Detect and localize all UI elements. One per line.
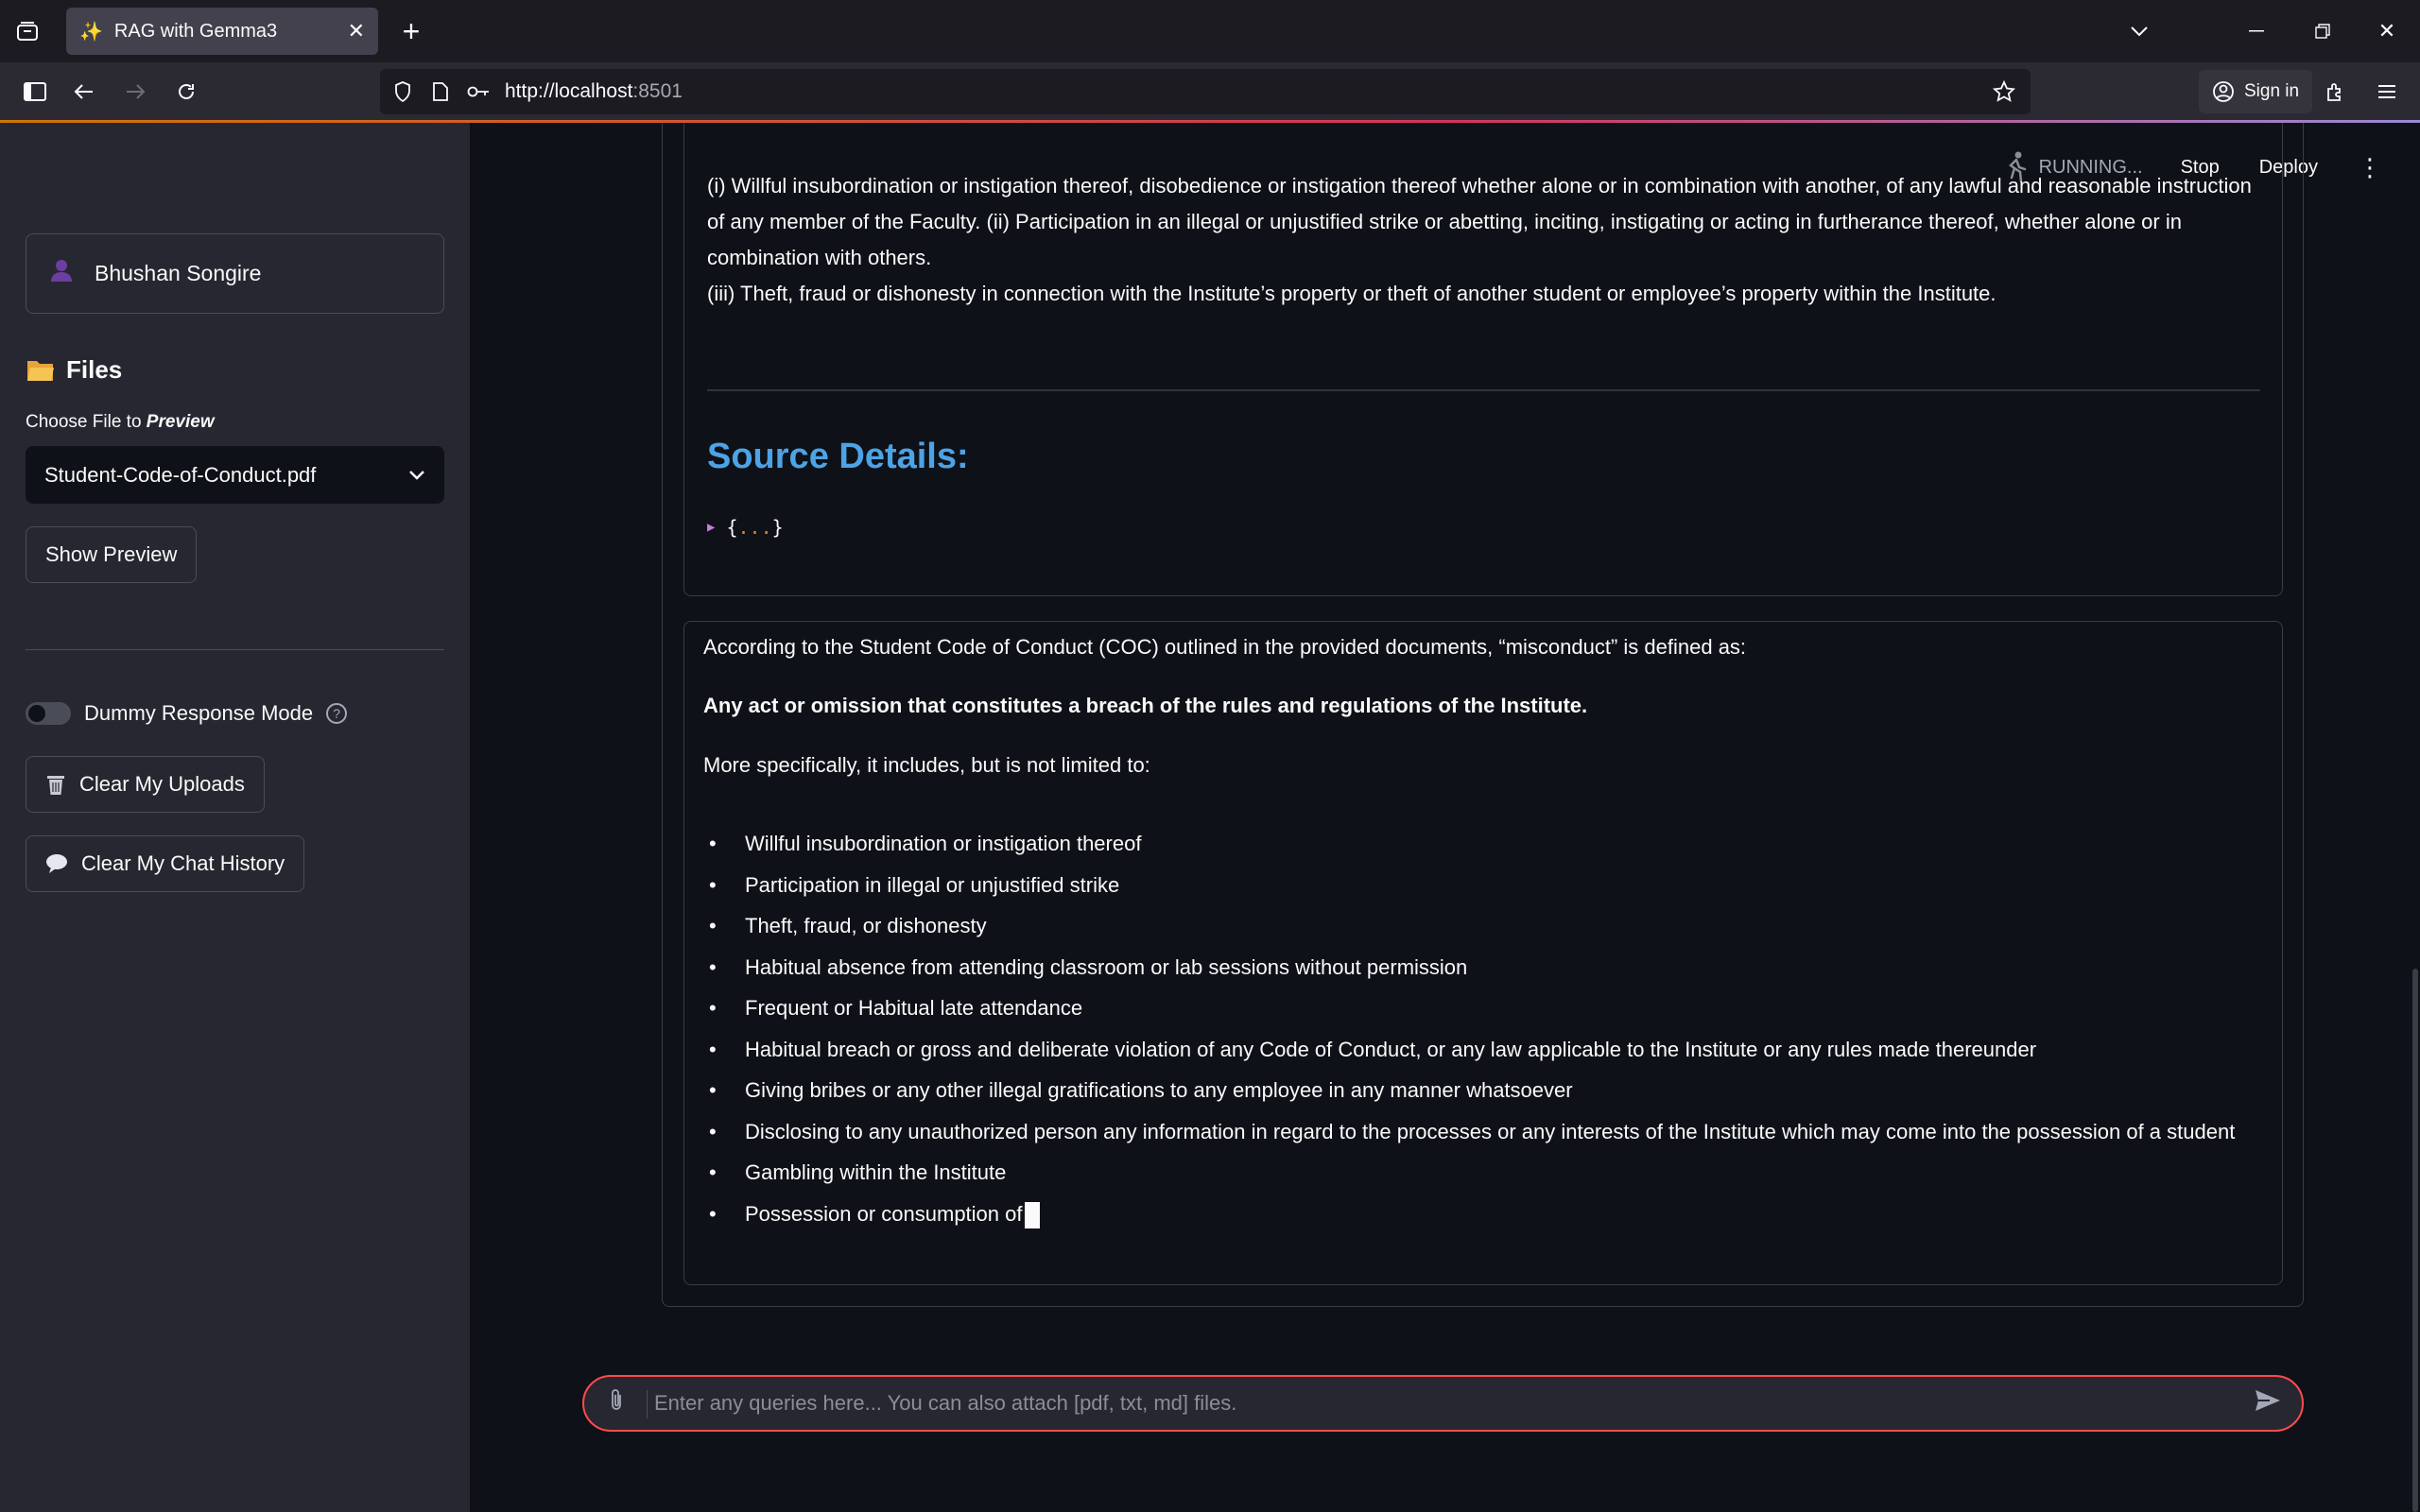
app-menu-icon[interactable] [2371, 76, 2403, 108]
account-icon [2213, 81, 2234, 102]
choose-file-label-emphasis: Preview [146, 412, 215, 432]
paperclip-icon[interactable] [609, 1388, 624, 1418]
json-brace: { [726, 516, 738, 539]
url-host: http://localhost [505, 80, 633, 102]
list-item: Frequent or Habitual late attendance [703, 990, 2254, 1026]
selected-file: Student-Code-of-Conduct.pdf [44, 462, 317, 487]
list-item: Gambling within the Institute [703, 1155, 2254, 1191]
streaming-text: Possession or consumption of [745, 1201, 1023, 1226]
source-json-viewer[interactable]: ▶ {...} [707, 516, 784, 539]
expand-caret-icon[interactable]: ▶ [707, 520, 715, 535]
reload-icon[interactable] [170, 76, 202, 108]
new-tab-icon[interactable]: + [395, 14, 427, 48]
user-card: Bhushan Songire [26, 233, 444, 314]
address-bar[interactable]: http://localhost:8501 [380, 69, 2031, 114]
sign-in-button[interactable]: Sign in [2199, 70, 2313, 113]
misconduct-list: Willful insubordination or instigation t… [703, 826, 2254, 1237]
page-info-icon[interactable] [427, 78, 454, 105]
url-text[interactable]: http://localhost:8501 [505, 80, 683, 103]
chevron-down-icon [409, 470, 424, 480]
list-item-streaming: Possession or consumption of [703, 1196, 2254, 1232]
show-preview-button[interactable]: Show Preview [26, 526, 198, 583]
list-all-tabs-icon[interactable] [2123, 15, 2155, 47]
list-item: Participation in illegal or unjustified … [703, 868, 2254, 903]
list-item: Giving bribes or any other illegal grati… [703, 1073, 2254, 1108]
tracking-shield-icon[interactable] [389, 78, 416, 105]
files-heading: Files [26, 355, 122, 385]
sign-in-label: Sign in [2244, 81, 2300, 101]
sidebar-divider [26, 649, 444, 650]
browser-tab-active[interactable]: ✨ RAG with Gemma3 ✕ [66, 8, 378, 55]
clear-chat-history-button[interactable]: Clear My Chat History [26, 835, 305, 892]
send-icon[interactable] [2255, 1389, 2281, 1418]
window-close-icon[interactable]: ✕ [2371, 15, 2403, 47]
window-restore-icon[interactable] [2307, 15, 2339, 47]
dummy-mode-toggle[interactable] [26, 702, 71, 725]
main-scrollbar[interactable] [2412, 969, 2418, 1512]
speech-bubble-icon [46, 854, 67, 873]
json-brace: } [771, 516, 784, 539]
clear-chat-history-label: Clear My Chat History [81, 851, 285, 875]
context-text: (i) Willful insubordination or instigati… [707, 168, 2267, 312]
choose-file-label: Choose File to Preview [26, 412, 215, 433]
key-icon[interactable] [465, 78, 492, 105]
show-preview-label: Show Preview [45, 542, 178, 566]
extensions-icon[interactable] [2320, 76, 2352, 108]
help-icon[interactable]: ? [326, 703, 348, 724]
dummy-mode-label: Dummy Response Mode [84, 701, 314, 725]
window-minimize-icon[interactable] [2240, 15, 2273, 47]
main-menu-icon[interactable]: ⋮ [2358, 155, 2382, 180]
list-item: Habitual absence from attending classroo… [703, 950, 2254, 986]
wastebasket-icon [47, 776, 64, 795]
list-item: Habitual breach or gross and deliberate … [703, 1032, 2254, 1068]
answer-card: According to the Student Code of Conduct… [683, 621, 2283, 1285]
input-separator [647, 1390, 648, 1418]
dummy-mode-row: Dummy Response Mode ? [26, 701, 348, 726]
browser-tab-bar: ✨ RAG with Gemma3 ✕ + ✕ [0, 0, 2420, 62]
folder-icon [27, 360, 54, 381]
answer-intro: According to the Student Code of Conduct… [703, 635, 1747, 659]
typing-cursor [1024, 1201, 1040, 1228]
clear-uploads-button[interactable]: Clear My Uploads [26, 756, 265, 813]
list-item: Willful insubordination or instigation t… [703, 826, 2254, 862]
context-paragraph: (i) Willful insubordination or instigati… [707, 174, 2252, 269]
list-item: Theft, fraud, or dishonesty [703, 908, 2254, 944]
file-select-dropdown[interactable]: Student-Code-of-Conduct.pdf [26, 446, 444, 504]
user-name: Bhushan Songire [95, 261, 262, 285]
files-title: Files [66, 355, 123, 384]
tab-close-icon[interactable]: ✕ [348, 19, 365, 43]
clear-uploads-label: Clear My Uploads [79, 772, 245, 796]
back-icon[interactable] [68, 76, 100, 108]
tab-list-icon[interactable] [13, 17, 42, 45]
context-divider [707, 389, 2260, 391]
json-collapsed-dots: ... [737, 516, 772, 539]
choose-file-label-text: Choose File to [26, 412, 147, 432]
tab-title: RAG with Gemma3 [113, 20, 278, 42]
source-details-heading: Source Details: [707, 437, 969, 476]
list-item: Disclosing to any unauthorized person an… [703, 1114, 2254, 1150]
answer-definition: Any act or omission that constitutes a b… [703, 694, 1588, 717]
main-content: RUNNING... Stop Deploy ⋮ (i) Willful ins… [470, 123, 2420, 1512]
retrieved-context-card: (i) Willful insubordination or instigati… [683, 123, 2283, 596]
tab-favicon-icon: ✨ [79, 21, 103, 43]
chat-input-bar [582, 1375, 2304, 1432]
browser-nav-bar: http://localhost:8501 Sign in [0, 62, 2420, 121]
chat-input[interactable] [654, 1384, 2204, 1422]
forward-icon[interactable] [119, 76, 151, 108]
context-paragraph: (iii) Theft, fraud or dishonesty in conn… [707, 282, 1996, 305]
sidebar-toggle-icon[interactable] [19, 76, 51, 108]
answer-lead: More specifically, it includes, but is n… [703, 753, 1150, 777]
bookmark-star-icon[interactable] [1991, 78, 2017, 105]
sidebar: Bhushan Songire Files Choose File to Pre… [0, 123, 470, 1512]
url-port: :8501 [632, 80, 683, 102]
user-avatar-icon [51, 259, 72, 288]
